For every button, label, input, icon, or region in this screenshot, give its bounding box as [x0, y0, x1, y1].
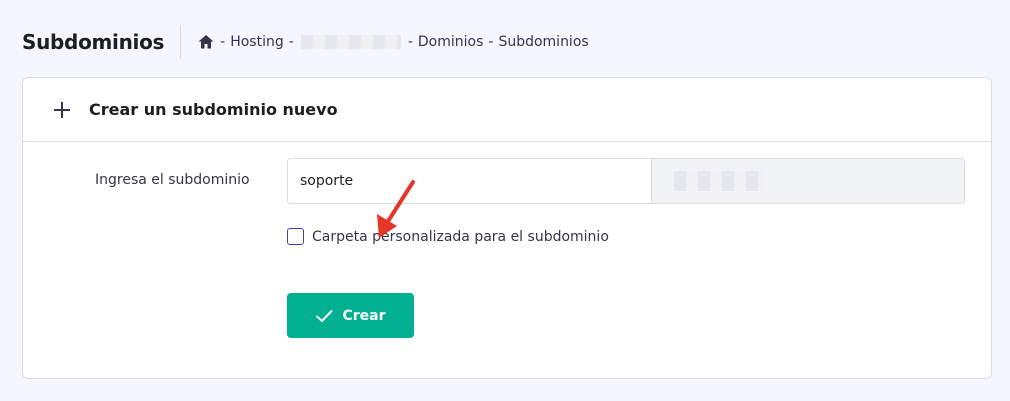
- breadcrumb-hosting[interactable]: Hosting: [230, 34, 284, 50]
- page-title: Subdominios: [22, 30, 165, 54]
- check-icon: [315, 307, 333, 325]
- subdomain-label: Ingresa el subdominio: [95, 172, 250, 188]
- subdomain-input[interactable]: [288, 159, 652, 203]
- breadcrumb-separator: -: [220, 34, 226, 50]
- breadcrumb: - Hosting - - Dominios - Subdominios: [197, 33, 589, 51]
- custom-folder-checkbox[interactable]: [287, 228, 304, 245]
- plus-icon: [53, 101, 71, 119]
- domain-suffix-redacted: [674, 171, 764, 191]
- header-divider: [180, 25, 182, 59]
- create-button-label: Crear: [342, 307, 386, 324]
- breadcrumb-separator: -: [488, 34, 494, 50]
- domain-suffix-addon: [652, 159, 964, 203]
- breadcrumb-separator: -: [407, 34, 413, 50]
- annotation-arrow-icon: [377, 180, 415, 238]
- create-subdomain-card: Crear un subdominio nuevo Ingresa el sub…: [22, 77, 992, 379]
- card-title: Crear un subdominio nuevo: [89, 100, 338, 119]
- custom-folder-option[interactable]: Carpeta personalizada para el subdominio: [287, 228, 609, 245]
- page-header: Subdominios - Hosting - - Dominios - Sub…: [22, 24, 589, 60]
- breadcrumb-separator: -: [288, 34, 294, 50]
- breadcrumb-subdominios: Subdominios: [498, 34, 589, 50]
- breadcrumb-domain-redacted[interactable]: [300, 35, 401, 49]
- create-button[interactable]: Crear: [287, 293, 414, 338]
- custom-folder-label[interactable]: Carpeta personalizada para el subdominio: [312, 229, 609, 245]
- breadcrumb-dominios[interactable]: Dominios: [418, 34, 484, 50]
- home-icon[interactable]: [197, 33, 215, 51]
- card-header: Crear un subdominio nuevo: [23, 78, 991, 142]
